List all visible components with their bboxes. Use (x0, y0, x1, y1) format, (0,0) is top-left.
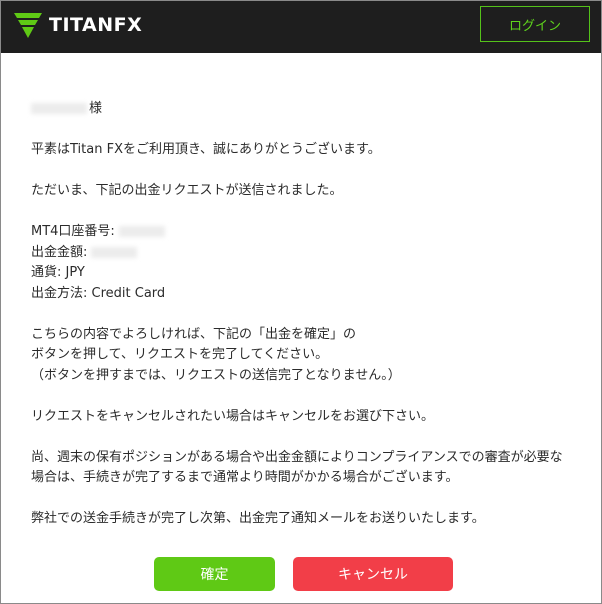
email-frame: TITANFX ログイン 様 平素はTitan FXをご利用頂き、誠にありがとう… (0, 0, 602, 604)
compliance-line-1: 尚、週末の保有ポジションがある場合や出金金額によりコンプライアンスでの審査が必要… (31, 449, 563, 465)
method-line: 出金方法: Credit Card (31, 285, 166, 301)
notice-text: ただいま、下記の出金リクエストが送信されました。 (31, 183, 343, 198)
greeting-line: 様 (31, 99, 591, 120)
cancel-note: リクエストをキャンセルされたい場合はキャンセルをお選び下さい。 (31, 408, 435, 424)
currency-line: 通貨: JPY (31, 265, 85, 280)
titanfx-logo-icon (14, 13, 42, 38)
brand-name: TITANFX (49, 14, 143, 36)
redacted-amount (91, 246, 138, 258)
cancel-button[interactable]: キャンセル (293, 557, 453, 591)
compliance-line-2: 場合は、手続きが完了するまで通常より時間がかかる場合がございます。 (31, 470, 459, 485)
account-line: MT4口座番号: (31, 222, 591, 243)
redacted-account (118, 226, 165, 237)
amount-line: 出金金額: (31, 243, 591, 264)
closing-text: 弊社での送金手続きが完了し次第、出金完了通知メールをお送りいたします。 (31, 511, 485, 526)
email-body: 様 平素はTitan FXをご利用頂き、誠にありがとうございます。 ただいま、下… (31, 99, 591, 530)
titanfx-logo: TITANFX (13, 11, 142, 39)
thanks-text: 平素はTitan FXをご利用頂き、誠にありがとうございます。 (31, 142, 381, 157)
action-buttons: 確定 キャンセル (1, 557, 601, 591)
confirm-button[interactable]: 確定 (154, 557, 275, 591)
account-label: MT4口座番号: (31, 224, 115, 239)
redacted-name (31, 103, 87, 114)
confirm-instruction-3: （ボタンを押すまでは、リクエストの送信完了となりません。） (31, 367, 401, 383)
confirm-instruction-2: ボタンを押して、リクエストを完了してください。 (31, 347, 329, 362)
confirm-instruction-1: こちらの内容でよろしければ、下記の「出金を確定」の (31, 326, 357, 342)
amount-label: 出金金額: (31, 244, 88, 260)
header-bar: TITANFX ログイン (1, 1, 601, 53)
greeting-suffix: 様 (89, 101, 103, 116)
login-button[interactable]: ログイン (480, 6, 590, 42)
